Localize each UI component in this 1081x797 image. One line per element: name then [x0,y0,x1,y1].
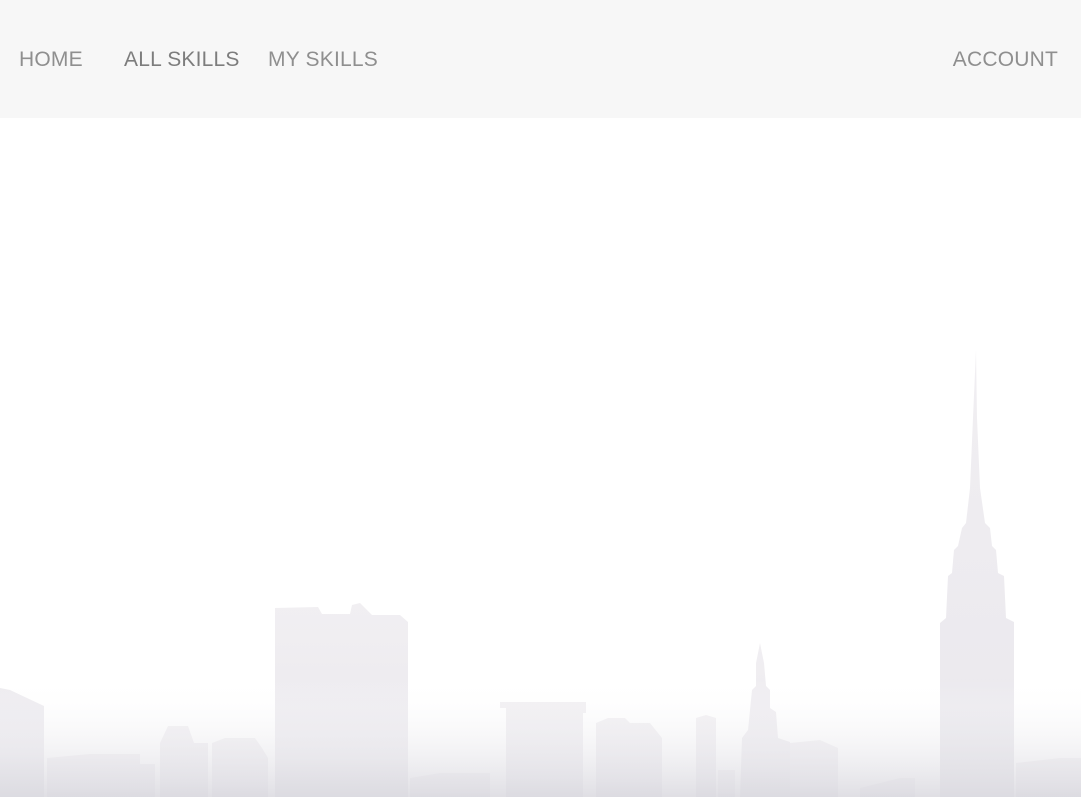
city-skyline-background [0,350,1081,797]
nav-home-link[interactable]: HOME [19,46,83,74]
nav-my-skills-link[interactable]: MY SKILLS [268,46,378,74]
nav-account-link[interactable]: ACCOUNT [953,46,1058,74]
nav-all-skills-link[interactable]: ALL SKILLS [124,46,240,74]
top-navbar: HOME ALL SKILLS MY SKILLS ACCOUNT [0,0,1081,118]
